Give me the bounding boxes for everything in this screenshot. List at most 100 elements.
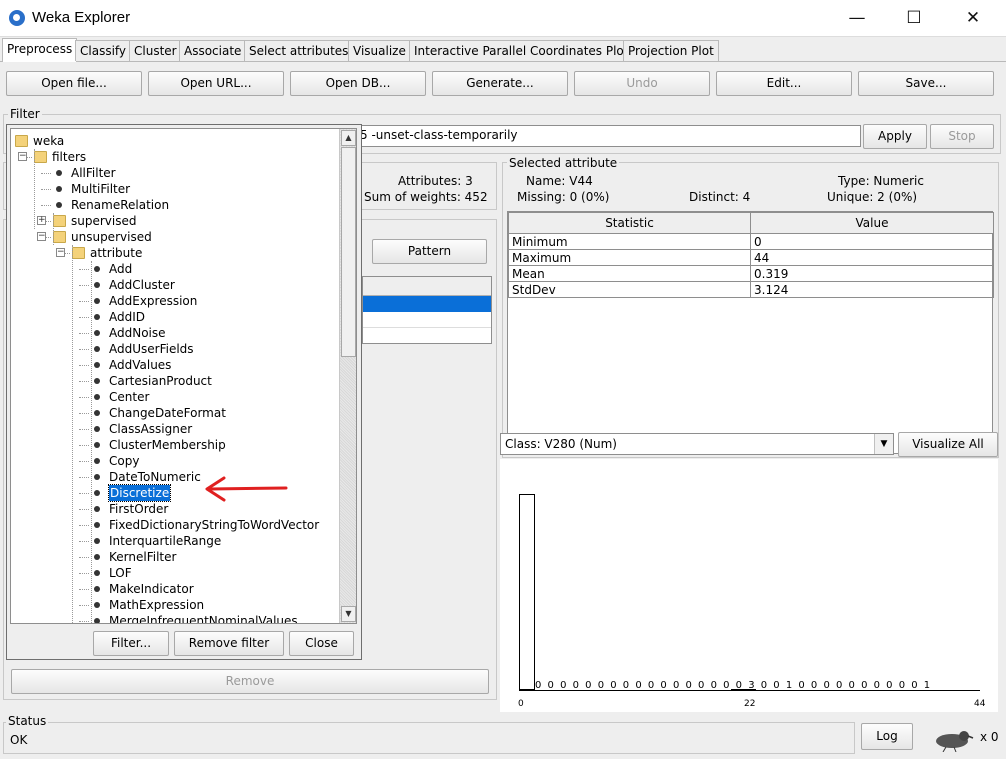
tree-node[interactable]: unsupervised bbox=[71, 229, 152, 245]
leaf-icon bbox=[94, 522, 100, 528]
stop-button[interactable]: Stop bbox=[930, 124, 994, 149]
value-cell: 0 bbox=[750, 233, 994, 250]
tree-node[interactable]: weka bbox=[33, 133, 64, 149]
tree-node[interactable]: FirstOrder bbox=[109, 501, 168, 517]
tree-node[interactable]: attribute bbox=[90, 245, 142, 261]
tree-node[interactable]: KernelFilter bbox=[109, 549, 176, 565]
visualize-all-button[interactable]: Visualize All bbox=[898, 432, 998, 457]
tree-node[interactable]: LOF bbox=[109, 565, 132, 581]
scroll-down-icon[interactable]: ▼ bbox=[341, 606, 356, 622]
tree-node[interactable]: AllFilter bbox=[71, 165, 116, 181]
selected-attribute-label: Selected attribute bbox=[507, 156, 620, 170]
tree-node[interactable]: MultiFilter bbox=[71, 181, 130, 197]
table-row[interactable] bbox=[363, 328, 491, 343]
status-text: OK bbox=[10, 733, 28, 747]
tree-node[interactable]: FixedDictionaryStringToWordVector bbox=[109, 517, 319, 533]
tab-projection-plot[interactable]: Projection Plot bbox=[623, 40, 719, 61]
edit-button[interactable]: Edit... bbox=[716, 71, 852, 96]
open-db-button[interactable]: Open DB... bbox=[290, 71, 426, 96]
save-button[interactable]: Save... bbox=[858, 71, 994, 96]
weka-bird-icon bbox=[936, 731, 974, 752]
tree-node[interactable]: filters bbox=[52, 149, 86, 165]
tree-node-selected[interactable]: Discretize bbox=[107, 484, 172, 502]
open-url-button[interactable]: Open URL... bbox=[148, 71, 284, 96]
tree-node[interactable]: AddUserFields bbox=[109, 341, 194, 357]
filter-label: Filter bbox=[8, 107, 42, 121]
statistics-panel: Statistic Value Minimum 0 Maximum 44 Mea… bbox=[507, 211, 994, 454]
tree-connector bbox=[41, 189, 51, 190]
tree-connector bbox=[41, 173, 51, 174]
tree-node[interactable]: AddNoise bbox=[109, 325, 166, 341]
leaf-icon bbox=[94, 538, 100, 544]
tree-node[interactable]: CartesianProduct bbox=[109, 373, 212, 389]
generate-button[interactable]: Generate... bbox=[432, 71, 568, 96]
remove-filter-button[interactable]: Remove filter bbox=[174, 631, 284, 656]
class-select[interactable]: Class: V280 (Num) ▼ bbox=[500, 433, 894, 455]
tab-interactive-parallel-coordinates[interactable]: Interactive Parallel Coordinates Plot bbox=[409, 40, 634, 61]
tab-cluster[interactable]: Cluster bbox=[129, 40, 182, 61]
tree-node[interactable]: Copy bbox=[109, 453, 139, 469]
close-popup-button[interactable]: Close bbox=[289, 631, 354, 656]
scroll-up-icon[interactable]: ▲ bbox=[341, 130, 356, 146]
scroll-thumb[interactable] bbox=[341, 147, 356, 357]
tree-node[interactable]: ClusterMembership bbox=[109, 437, 226, 453]
statistic-cell: StdDev bbox=[508, 281, 751, 298]
tree-node[interactable]: supervised bbox=[71, 213, 136, 229]
table-row[interactable] bbox=[363, 312, 491, 328]
collapse-icon[interactable]: − bbox=[18, 152, 27, 161]
x-tick-label: 44 bbox=[974, 699, 986, 709]
tree-node[interactable]: MergeInfrequentNominalValues bbox=[109, 613, 298, 623]
annotation-arrow-icon bbox=[205, 476, 288, 502]
table-row-selected[interactable] bbox=[363, 296, 491, 312]
filter-command-field[interactable]: 5 -unset-class-temporarily bbox=[356, 125, 861, 147]
tree-node[interactable]: MathExpression bbox=[109, 597, 204, 613]
tab-classify[interactable]: Classify bbox=[75, 40, 132, 61]
statistic-cell: Minimum bbox=[508, 233, 751, 250]
tree-node[interactable]: MakeIndicator bbox=[109, 581, 194, 597]
log-button[interactable]: Log bbox=[861, 723, 913, 750]
pattern-button[interactable]: Pattern bbox=[372, 239, 487, 264]
expand-icon[interactable]: + bbox=[37, 216, 46, 225]
tree-node[interactable]: ChangeDateFormat bbox=[109, 405, 226, 421]
tree-node[interactable]: AddExpression bbox=[109, 293, 197, 309]
tab-separator bbox=[0, 61, 1006, 62]
tree-scrollbar[interactable]: ▲ ▼ bbox=[339, 129, 356, 623]
tab-preprocess[interactable]: Preprocess bbox=[2, 38, 78, 62]
remove-attribute-button[interactable]: Remove bbox=[11, 669, 489, 694]
minimize-button[interactable]: — bbox=[834, 0, 880, 36]
tree-node[interactable]: RenameRelation bbox=[71, 197, 169, 213]
leaf-icon bbox=[94, 346, 100, 352]
filter-tree[interactable]: weka − filters AllFilter MultiFilter RenameRe… bbox=[10, 128, 357, 624]
tree-connector bbox=[79, 509, 89, 510]
leaf-icon bbox=[94, 458, 100, 464]
leaf-icon bbox=[94, 362, 100, 368]
tab-associate[interactable]: Associate bbox=[179, 40, 247, 61]
apply-button[interactable]: Apply bbox=[863, 124, 927, 149]
tree-node[interactable]: AddValues bbox=[109, 357, 171, 373]
undo-button[interactable]: Undo bbox=[574, 71, 710, 96]
statistic-column-header[interactable]: Statistic bbox=[508, 212, 751, 234]
close-window-button[interactable]: ✕ bbox=[950, 0, 996, 36]
tab-visualize[interactable]: Visualize bbox=[348, 40, 411, 61]
tree-node[interactable]: Center bbox=[109, 389, 149, 405]
tree-node[interactable]: DateToNumeric bbox=[109, 469, 201, 485]
task-count: x 0 bbox=[980, 730, 999, 744]
histogram-bar bbox=[731, 689, 756, 690]
leaf-icon bbox=[94, 394, 100, 400]
folder-icon bbox=[53, 215, 66, 227]
maximize-button[interactable]: ☐ bbox=[891, 0, 937, 36]
tab-select-attributes[interactable]: Select attributes bbox=[244, 40, 354, 61]
tree-node[interactable]: AddID bbox=[109, 309, 145, 325]
title-bar: Weka Explorer — ☐ ✕ bbox=[0, 0, 1006, 36]
open-file-button[interactable]: Open file... bbox=[6, 71, 142, 96]
collapse-icon[interactable]: − bbox=[37, 232, 46, 241]
tree-node[interactable]: ClassAssigner bbox=[109, 421, 192, 437]
collapse-icon[interactable]: − bbox=[56, 248, 65, 257]
filter-choose-button[interactable]: Filter... bbox=[93, 631, 169, 656]
value-column-header[interactable]: Value bbox=[750, 212, 994, 234]
tree-node[interactable]: InterquartileRange bbox=[109, 533, 221, 549]
tree-node[interactable]: AddCluster bbox=[109, 277, 175, 293]
statistics-table: Statistic Value Minimum 0 Maximum 44 Mea… bbox=[508, 212, 994, 298]
tree-node[interactable]: Add bbox=[109, 261, 132, 277]
chevron-down-icon[interactable]: ▼ bbox=[874, 434, 893, 454]
